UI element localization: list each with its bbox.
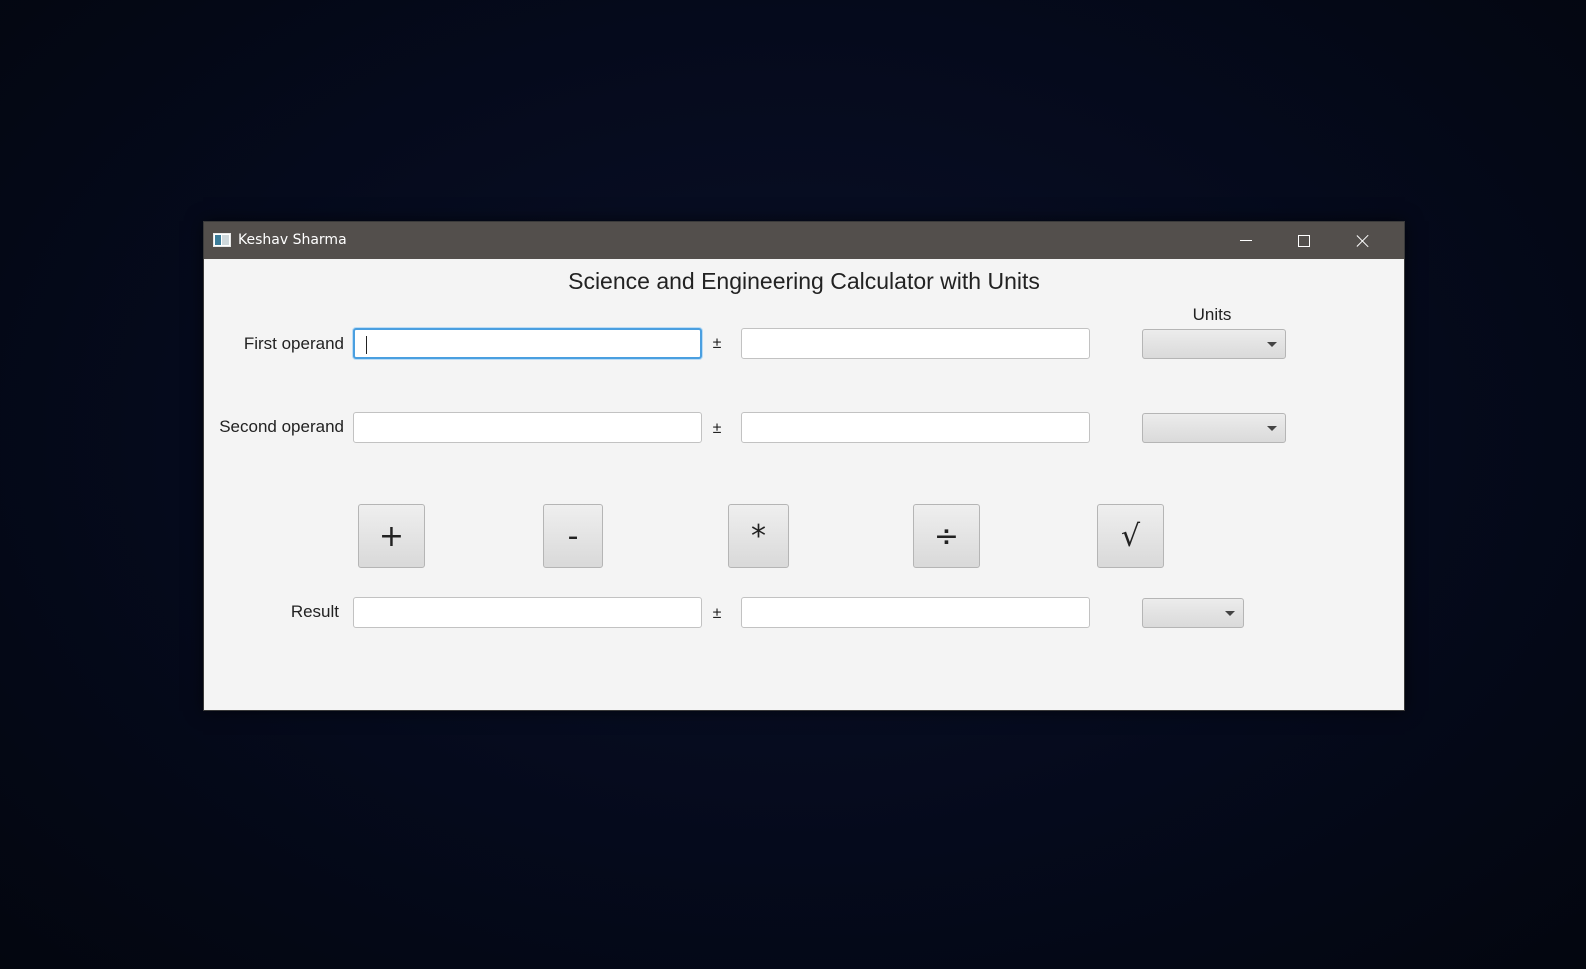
second-operand-value-field[interactable] xyxy=(353,412,702,443)
units-header: Units xyxy=(1192,305,1232,324)
first-operand-value-field[interactable] xyxy=(353,328,702,359)
result-label: Result xyxy=(290,602,339,621)
page-title: Science and Engineering Calculator with … xyxy=(568,268,1040,294)
minimize-button[interactable] xyxy=(1217,222,1275,259)
result-unit-dropdown[interactable] xyxy=(1142,598,1244,628)
second-operand-label: Second operand xyxy=(219,417,344,436)
multiply-button[interactable]: * xyxy=(728,504,789,568)
plus-minus-sign: ± xyxy=(712,335,722,352)
result-value-field[interactable] xyxy=(353,597,702,628)
minimize-icon xyxy=(1240,240,1252,241)
first-operand-unit-dropdown[interactable] xyxy=(1142,329,1286,359)
plus-minus-sign: ± xyxy=(712,420,722,437)
chevron-down-icon xyxy=(1267,426,1277,431)
result-uncertainty-field[interactable] xyxy=(741,597,1090,628)
app-window-icon xyxy=(213,233,231,247)
window-title: Keshav Sharma xyxy=(238,232,347,248)
close-icon xyxy=(1356,234,1370,248)
divide-button[interactable]: ÷ xyxy=(913,504,980,568)
chevron-down-icon xyxy=(1225,611,1235,616)
title-bar[interactable]: Keshav Sharma xyxy=(204,222,1404,259)
maximize-button[interactable] xyxy=(1275,222,1333,259)
second-operand-uncertainty-field[interactable] xyxy=(741,412,1090,443)
calculator-window: Keshav Sharma Science and Engineering Ca… xyxy=(203,221,1405,711)
first-operand-uncertainty-field[interactable] xyxy=(741,328,1090,359)
chevron-down-icon xyxy=(1267,342,1277,347)
close-button[interactable] xyxy=(1334,222,1392,259)
maximize-icon xyxy=(1298,234,1310,247)
subtract-button[interactable]: - xyxy=(543,504,603,568)
add-button[interactable]: + xyxy=(358,504,425,568)
plus-minus-sign: ± xyxy=(712,605,722,622)
second-operand-unit-dropdown[interactable] xyxy=(1142,413,1286,443)
sqrt-button[interactable]: √ xyxy=(1097,504,1164,568)
text-caret xyxy=(366,336,367,354)
first-operand-label: First operand xyxy=(243,334,344,353)
